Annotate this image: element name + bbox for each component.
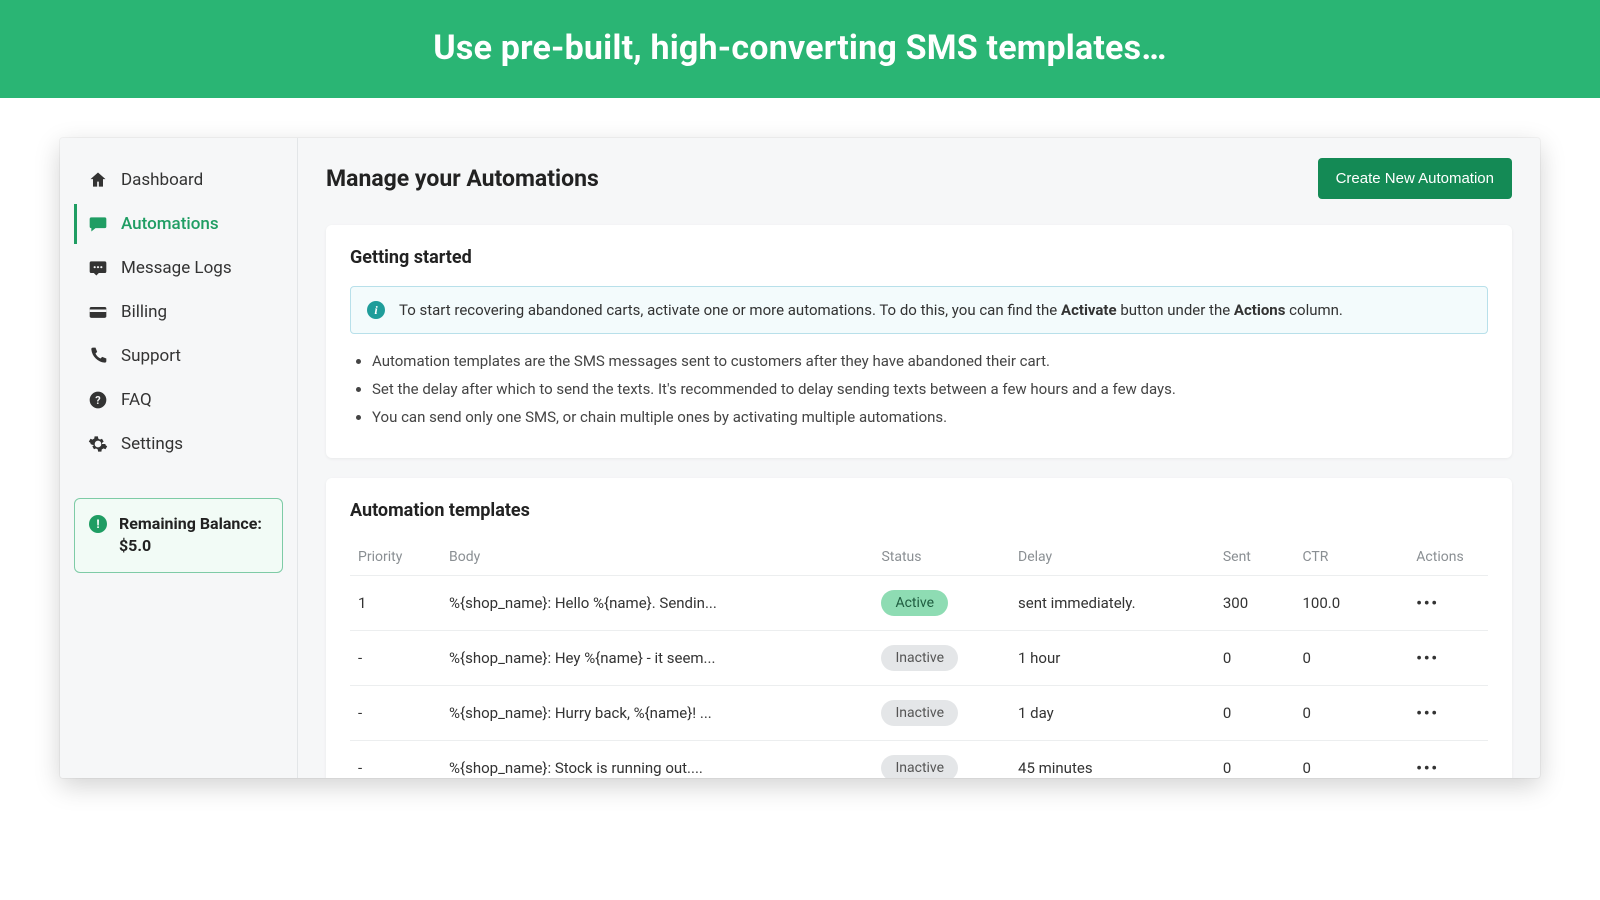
cell-actions: •••: [1408, 741, 1488, 779]
info-icon: i: [367, 301, 385, 319]
card-icon: [87, 302, 109, 322]
sidebar-item-label: Support: [121, 346, 181, 366]
sidebar-item-label: Dashboard: [121, 170, 203, 190]
row-actions-menu[interactable]: •••: [1416, 649, 1439, 667]
bullet-item: You can send only one SMS, or chain mult…: [372, 408, 1488, 426]
status-badge: Active: [881, 590, 948, 616]
th-sent: Sent: [1215, 539, 1295, 576]
table-row: -%{shop_name}: Hey %{name} - it seem... I…: [350, 631, 1488, 686]
sidebar-item-faq[interactable]: ? FAQ: [74, 380, 283, 420]
getting-started-title: Getting started: [350, 247, 1488, 268]
th-status: Status: [873, 539, 1010, 576]
chat-icon: [87, 214, 109, 234]
create-automation-button[interactable]: Create New Automation: [1318, 158, 1512, 199]
th-actions: Actions: [1408, 539, 1488, 576]
th-ctr: CTR: [1295, 539, 1409, 576]
cell-status: Inactive: [873, 686, 1010, 741]
sidebar: Dashboard Automations Message Logs Billi…: [60, 138, 298, 778]
cell-ctr: 0: [1295, 686, 1409, 741]
sidebar-item-label: FAQ: [121, 390, 152, 410]
cell-priority: 1: [350, 576, 441, 631]
sidebar-item-label: Settings: [121, 434, 183, 454]
cell-delay: 1 hour: [1010, 631, 1215, 686]
th-priority: Priority: [350, 539, 441, 576]
cell-ctr: 100.0: [1295, 576, 1409, 631]
cell-body: %{shop_name}: Stock is running out....: [441, 741, 873, 779]
svg-text:?: ?: [95, 394, 100, 407]
cell-status: Active: [873, 576, 1010, 631]
home-icon: [87, 170, 109, 190]
status-badge: Inactive: [881, 700, 958, 726]
cell-delay: 45 minutes: [1010, 741, 1215, 779]
cell-sent: 0: [1215, 686, 1295, 741]
cell-priority: -: [350, 631, 441, 686]
cell-body: %{shop_name}: Hello %{name}. Sendin...: [441, 576, 873, 631]
sidebar-item-label: Automations: [121, 214, 219, 234]
sidebar-item-billing[interactable]: Billing: [74, 292, 283, 332]
alert-icon: !: [89, 515, 107, 533]
cell-status: Inactive: [873, 631, 1010, 686]
table-row: -%{shop_name}: Stock is running out.... I…: [350, 741, 1488, 779]
sidebar-item-label: Message Logs: [121, 258, 232, 278]
banner-headline: Use pre-built, high-converting SMS templ…: [433, 28, 1166, 68]
cell-sent: 0: [1215, 631, 1295, 686]
templates-title: Automation templates: [350, 500, 1488, 521]
cell-ctr: 0: [1295, 631, 1409, 686]
cell-priority: -: [350, 741, 441, 779]
cell-actions: •••: [1408, 686, 1488, 741]
sms-icon: [87, 258, 109, 278]
getting-started-card: Getting started i To start recovering ab…: [326, 225, 1512, 458]
row-actions-menu[interactable]: •••: [1416, 759, 1439, 777]
cell-body: %{shop_name}: Hurry back, %{name}! ...: [441, 686, 873, 741]
status-badge: Inactive: [881, 645, 958, 671]
sidebar-item-settings[interactable]: Settings: [74, 424, 283, 464]
bullet-item: Automation templates are the SMS message…: [372, 352, 1488, 370]
phone-icon: [87, 346, 109, 366]
app-window: Dashboard Automations Message Logs Billi…: [60, 138, 1540, 778]
row-actions-menu[interactable]: •••: [1416, 704, 1439, 722]
row-actions-menu[interactable]: •••: [1416, 594, 1439, 612]
sidebar-item-automations[interactable]: Automations: [74, 204, 283, 244]
gear-icon: [87, 434, 109, 454]
sidebar-item-dashboard[interactable]: Dashboard: [74, 160, 283, 200]
cell-ctr: 0: [1295, 741, 1409, 779]
main-content: Manage your Automations Create New Autom…: [298, 138, 1540, 778]
cell-delay: 1 day: [1010, 686, 1215, 741]
cell-delay: sent immediately.: [1010, 576, 1215, 631]
info-callout: i To start recovering abandoned carts, a…: [350, 286, 1488, 334]
sidebar-item-message-logs[interactable]: Message Logs: [74, 248, 283, 288]
templates-card: Automation templates Priority Body Statu…: [326, 478, 1512, 778]
cell-sent: 0: [1215, 741, 1295, 779]
th-delay: Delay: [1010, 539, 1215, 576]
cell-status: Inactive: [873, 741, 1010, 779]
question-icon: ?: [87, 390, 109, 410]
cell-actions: •••: [1408, 576, 1488, 631]
sidebar-item-label: Billing: [121, 302, 167, 322]
table-row: -%{shop_name}: Hurry back, %{name}! ... I…: [350, 686, 1488, 741]
bullet-item: Set the delay after which to send the te…: [372, 380, 1488, 398]
cell-priority: -: [350, 686, 441, 741]
marketing-banner: Use pre-built, high-converting SMS templ…: [0, 0, 1600, 98]
balance-card[interactable]: ! Remaining Balance: $5.0: [74, 498, 283, 573]
cell-body: %{shop_name}: Hey %{name} - it seem...: [441, 631, 873, 686]
table-row: 1%{shop_name}: Hello %{name}. Sendin... A…: [350, 576, 1488, 631]
status-badge: Inactive: [881, 755, 958, 778]
cell-sent: 300: [1215, 576, 1295, 631]
getting-started-bullets: Automation templates are the SMS message…: [350, 352, 1488, 426]
callout-text: To start recovering abandoned carts, act…: [399, 301, 1343, 319]
balance-label: Remaining Balance: $5.0: [119, 513, 268, 558]
sidebar-item-support[interactable]: Support: [74, 336, 283, 376]
th-body: Body: [441, 539, 873, 576]
page-title: Manage your Automations: [326, 165, 599, 192]
templates-table: Priority Body Status Delay Sent CTR Acti…: [350, 539, 1488, 778]
cell-actions: •••: [1408, 631, 1488, 686]
